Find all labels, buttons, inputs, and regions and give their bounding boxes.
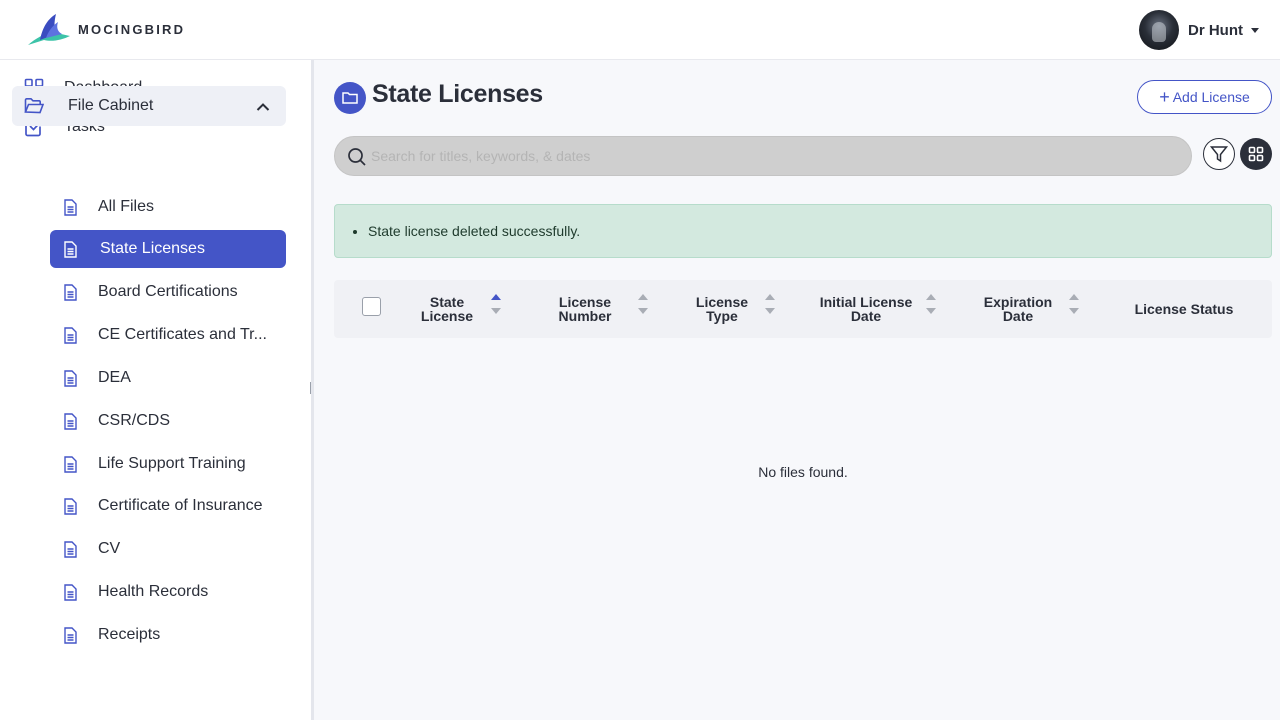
sidebar-item-label: DEA: [98, 369, 131, 386]
folder-open-icon: [24, 96, 44, 116]
sidebar-item-label: CV: [98, 540, 121, 557]
document-icon: [62, 240, 78, 258]
sidebar-item-board-certifications[interactable]: Board Certifications: [62, 273, 238, 311]
sidebar-item-state-licenses[interactable]: State Licenses: [50, 230, 286, 268]
document-icon: [62, 455, 78, 473]
document-icon: [62, 540, 78, 558]
column-header-line: State: [429, 294, 465, 310]
sidebar-item-health-records[interactable]: Health Records: [62, 573, 208, 611]
column-header-license-type[interactable]: License Type: [687, 295, 757, 323]
folder-icon: [334, 82, 366, 114]
empty-state-message: No files found.: [758, 464, 848, 480]
sidebar-item-label: Life Support Training: [98, 455, 246, 472]
document-icon: [62, 626, 78, 644]
column-header-line: Expiration: [983, 294, 1053, 310]
avatar[interactable]: [1139, 10, 1179, 50]
document-icon: [62, 326, 78, 344]
brand-logo[interactable]: MOCINGBIRD: [26, 12, 185, 46]
column-header-state-license[interactable]: State License: [412, 295, 482, 323]
sort-toggle-icon[interactable]: [765, 294, 775, 316]
grid-view-button[interactable]: [1240, 138, 1272, 170]
document-icon: [62, 283, 78, 301]
sidebar-item-life-support-training[interactable]: Life Support Training: [62, 445, 246, 483]
user-menu[interactable]: Dr Hunt: [1139, 10, 1259, 50]
plus-icon: +: [1159, 87, 1170, 107]
sidebar-item-label: Receipts: [98, 626, 161, 643]
sidebar-item-label: Certificate of Insurance: [98, 497, 263, 514]
page-title: State Licenses: [372, 80, 543, 108]
sidebar-item-label: File Cabinet: [68, 97, 154, 114]
document-icon: [62, 497, 78, 515]
user-name[interactable]: Dr Hunt: [1188, 22, 1243, 39]
add-license-label: Add License: [1172, 89, 1250, 105]
sidebar-item-all-files[interactable]: All Files: [62, 188, 154, 226]
document-icon: [62, 198, 78, 216]
sidebar-item-label: State Licenses: [100, 240, 205, 257]
search-bar[interactable]: [334, 136, 1192, 176]
column-header-line: Type: [706, 308, 738, 324]
hummingbird-logo-icon: [28, 14, 70, 45]
column-header-license-number[interactable]: License Number: [550, 295, 620, 323]
column-header-line: License: [558, 294, 612, 310]
top-bar: MOCINGBIRD Dr Hunt: [0, 0, 1280, 60]
sort-toggle-icon[interactable]: [926, 294, 936, 316]
document-icon: [62, 369, 78, 387]
sort-toggle-icon[interactable]: [1069, 294, 1079, 316]
sidebar-item-cv[interactable]: CV: [62, 530, 120, 568]
sidebar-item-dea[interactable]: DEA: [62, 359, 131, 397]
sidebar-item-label: Board Certifications: [98, 283, 238, 300]
caret-down-icon[interactable]: [1251, 27, 1259, 33]
select-all-checkbox[interactable]: [362, 297, 381, 316]
column-header-license-status: License Status: [1124, 302, 1244, 316]
alert-message: State license deleted successfully.: [368, 223, 580, 239]
grid-view-icon: [1248, 146, 1264, 162]
document-icon: [62, 412, 78, 430]
search-icon: [348, 148, 366, 166]
sort-toggle-icon[interactable]: [491, 294, 501, 316]
sidebar-item-label: Health Records: [98, 583, 209, 600]
sort-toggle-icon[interactable]: [638, 294, 648, 316]
alert-list: State license deleted successfully.: [368, 223, 580, 239]
column-header-initial-license-date[interactable]: Initial License Date: [811, 295, 921, 323]
filter-funnel-icon: [1210, 146, 1228, 163]
add-license-button[interactable]: + Add License: [1137, 80, 1272, 114]
sidebar-item-label: CSR/CDS: [98, 412, 171, 429]
brand-name: MOCINGBIRD: [78, 21, 186, 37]
column-header-expiration-date[interactable]: Expiration Date: [973, 295, 1063, 323]
column-header-line: License Status: [1134, 301, 1234, 317]
column-header-line: Initial License: [819, 294, 913, 310]
success-alert: State license deleted successfully.: [334, 204, 1272, 258]
sidebar-item-receipts[interactable]: Receipts: [62, 616, 160, 654]
filter-button[interactable]: [1203, 138, 1235, 170]
chevron-up-icon[interactable]: [256, 99, 270, 117]
sidebar-item-label: CE Certificates and Tr...: [98, 326, 267, 343]
column-header-line: Date: [850, 308, 882, 324]
sidebar-item-label: All Files: [98, 198, 155, 215]
sidebar-item-certificate-of-insurance[interactable]: Certificate of Insurance: [62, 487, 263, 525]
column-header-line: License: [420, 308, 474, 324]
column-header-line: Number: [558, 308, 612, 324]
sidebar-item-file-cabinet[interactable]: File Cabinet: [12, 86, 286, 126]
sidebar-item-ce-certificates[interactable]: CE Certificates and Tr...: [62, 316, 267, 354]
column-header-line: Date: [1002, 308, 1034, 324]
sidebar-item-csr-cds[interactable]: CSR/CDS: [62, 402, 170, 440]
column-header-line: License: [695, 294, 749, 310]
search-input[interactable]: [371, 137, 1171, 175]
document-icon: [62, 583, 78, 601]
